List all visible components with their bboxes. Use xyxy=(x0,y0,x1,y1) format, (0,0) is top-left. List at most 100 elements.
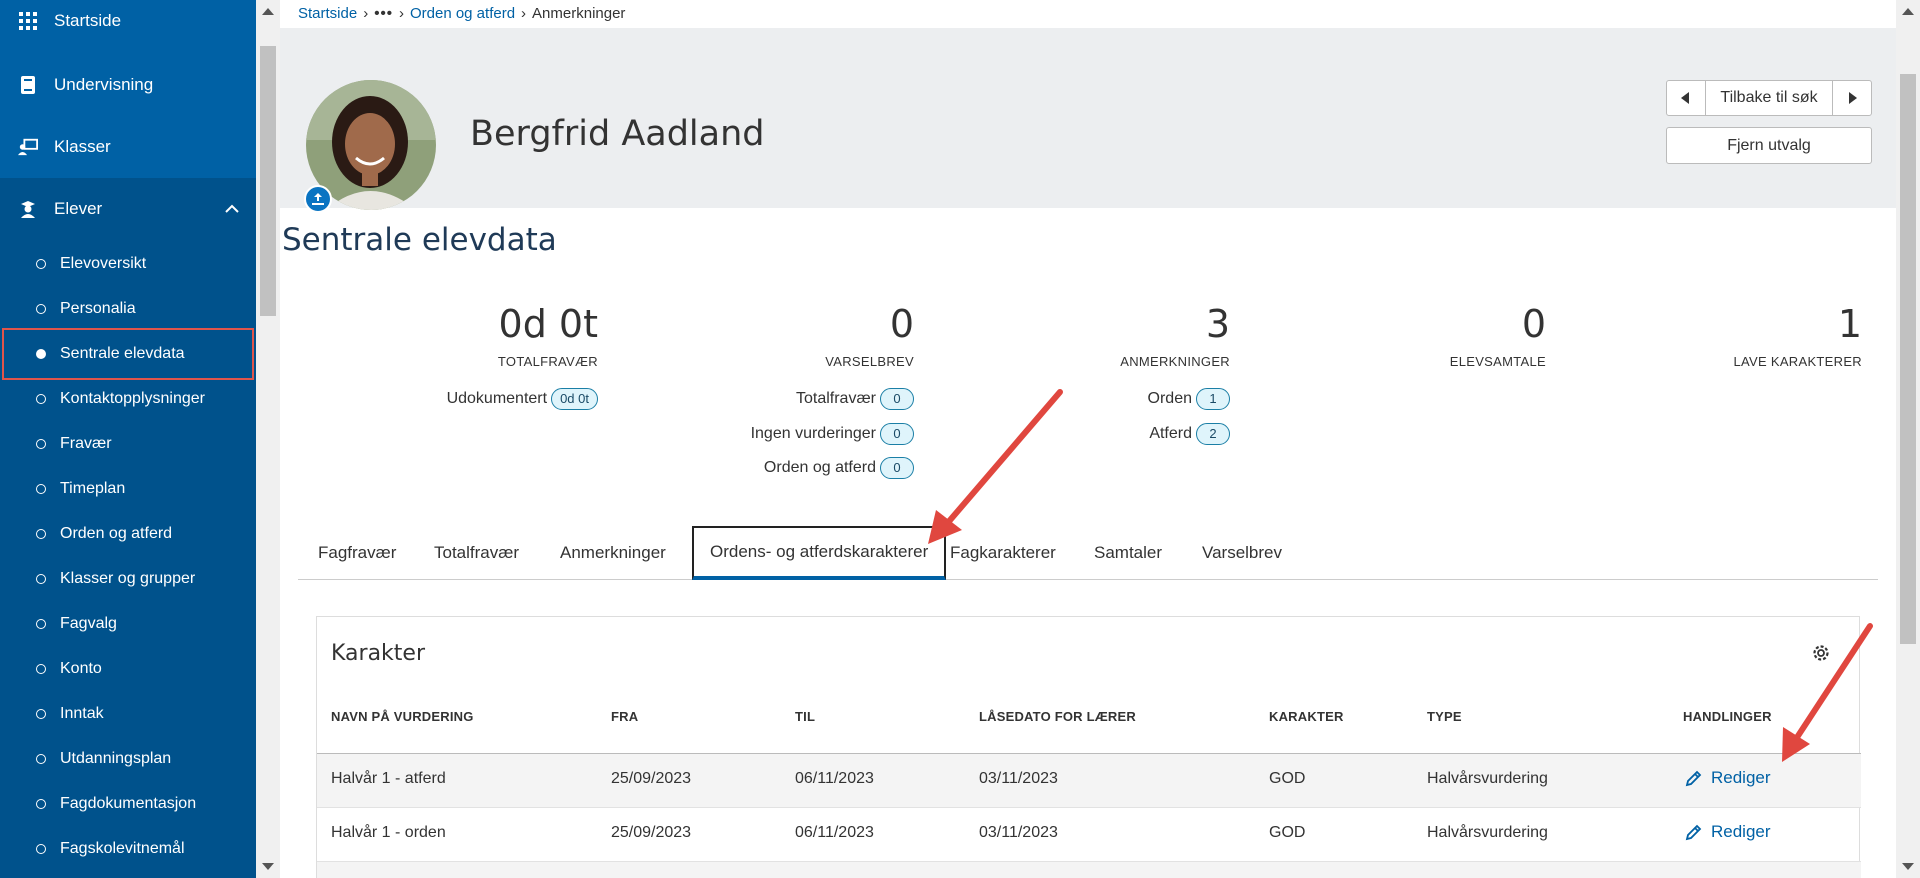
page-title: Sentrale elevdata xyxy=(282,222,557,258)
column-header[interactable]: TIL xyxy=(795,709,815,724)
cell-to: 06/11/2023 xyxy=(795,770,874,787)
student-header: Bergfrid Aadland Tilbake til søk Fjern u… xyxy=(280,28,1896,213)
sidebar-sub-sentrale-elevdata[interactable]: Sentrale elevdata xyxy=(2,328,254,380)
sidebar-sub-klasser-og-grupper[interactable]: Klasser og grupper xyxy=(0,557,256,601)
tab-ordens-og-atferdskarakterer[interactable]: Ordens- og atferdskarakterer xyxy=(692,526,947,580)
sidebar-sub-fagvalg[interactable]: Fagvalg xyxy=(0,602,256,646)
sidebar-item-elever[interactable]: Elever xyxy=(0,178,256,240)
card-title: Karakter xyxy=(331,641,425,666)
sidebar-sub-label: Klasser og grupper xyxy=(60,570,196,587)
tab-totalfravaer[interactable]: Totalfravær xyxy=(434,526,519,580)
tab-samtaler[interactable]: Samtaler xyxy=(1094,526,1162,580)
main-content: Startside › ••• › Orden og atferd › Anme… xyxy=(280,0,1896,878)
next-student-button[interactable] xyxy=(1833,81,1871,115)
sidebar-item-startside[interactable]: Startside xyxy=(0,0,256,52)
tab-varselbrev[interactable]: Varselbrev xyxy=(1202,526,1282,580)
stat-value: 1 xyxy=(1837,302,1862,346)
stat-row: Totalfravær 0 xyxy=(614,388,914,410)
sidebar-sub-utdanningsplan[interactable]: Utdanningsplan xyxy=(0,737,256,781)
sidebar-sub-konto[interactable]: Konto xyxy=(0,647,256,691)
sidebar-sub-label: Kontaktopplysninger xyxy=(60,390,205,407)
stat-totalfravaer: 0d 0t TOTALFRAVÆR xyxy=(398,300,598,369)
pencil-icon xyxy=(1685,824,1702,841)
stat-value: 3 xyxy=(1205,302,1230,346)
column-header[interactable]: NAVN PÅ VURDERING xyxy=(331,709,474,724)
sidebar-sub-orden-og-atferd[interactable]: Orden og atferd xyxy=(0,512,256,556)
breadcrumb-home[interactable]: Startside xyxy=(298,5,357,22)
stat-label: TOTALFRAVÆR xyxy=(497,354,598,369)
chevron-up-icon[interactable] xyxy=(222,199,242,219)
stat-label: LAVE KARAKTERER xyxy=(1733,354,1862,369)
sidebar-sub-kontaktopplysninger[interactable]: Kontaktopplysninger xyxy=(0,377,256,421)
circle-icon xyxy=(36,754,46,764)
sidebar-item-klasser[interactable]: Klasser xyxy=(0,116,256,178)
upload-photo-icon[interactable] xyxy=(304,185,332,213)
edit-link[interactable]: Rediger xyxy=(1685,768,1771,788)
column-header[interactable]: TYPE xyxy=(1427,709,1462,724)
breadcrumb-parent[interactable]: Orden og atferd xyxy=(410,5,515,22)
scrollbar-thumb[interactable] xyxy=(260,46,276,316)
tab-fagkarakterer[interactable]: Fagkarakterer xyxy=(950,526,1056,580)
circle-icon xyxy=(36,574,46,584)
scroll-down-icon[interactable] xyxy=(262,863,274,870)
scroll-up-icon[interactable] xyxy=(262,8,274,15)
scroll-down-icon[interactable] xyxy=(1902,863,1914,870)
sidebar-sub-label: Konto xyxy=(60,660,102,677)
scrollbar-right[interactable] xyxy=(1896,0,1920,878)
edit-link[interactable]: Rediger xyxy=(1685,822,1771,842)
edit-label[interactable]: Rediger xyxy=(1711,768,1771,788)
sidebar-sub-personalia[interactable]: Personalia xyxy=(0,287,256,331)
cell-type: Halvårsvurdering xyxy=(1427,824,1548,841)
previous-student-button[interactable] xyxy=(1667,81,1705,115)
sidebar-sub-fagdokumentasjon[interactable]: Fagdokumentasjon xyxy=(0,782,256,826)
column-header[interactable]: LÅSEDATO FOR LÆRER xyxy=(979,709,1136,724)
table-row xyxy=(317,862,1861,878)
tab-anmerkninger[interactable]: Anmerkninger xyxy=(560,526,666,580)
sidebar-sub-label: Personalia xyxy=(60,300,136,317)
circle-icon xyxy=(36,394,46,404)
edit-label[interactable]: Rediger xyxy=(1711,822,1771,842)
sidebar-sub-timeplan[interactable]: Timeplan xyxy=(0,467,256,511)
sidebar-sub-fravaer[interactable]: Fravær xyxy=(0,422,256,466)
breadcrumb-ellipsis[interactable]: ••• xyxy=(374,5,393,22)
student-icon xyxy=(18,199,38,219)
circle-icon xyxy=(36,664,46,674)
circle-icon xyxy=(36,844,46,854)
grades-card: Karakter NAVN PÅ VURDERING FRA TIL LÅSED… xyxy=(316,616,1861,878)
stat-label: ANMERKNINGER xyxy=(1120,354,1230,369)
column-header[interactable]: KARAKTER xyxy=(1269,709,1344,724)
gear-icon[interactable] xyxy=(1811,643,1831,663)
stat-row: Orden og atferd 0 xyxy=(614,457,914,479)
sidebar-item-label: Klasser xyxy=(54,137,111,156)
circle-icon xyxy=(36,799,46,809)
scrollbar-thumb[interactable] xyxy=(1900,74,1916,644)
scrollbar-left[interactable] xyxy=(256,0,280,878)
column-header[interactable]: FRA xyxy=(611,709,638,724)
stat-row-label: Totalfravær xyxy=(795,390,876,407)
sidebar-sub-fagskolevitnemal[interactable]: Fagskolevitnemål xyxy=(0,827,256,871)
sidebar-sub-label: Fravær xyxy=(60,435,112,452)
cell-lock-date: 03/11/2023 xyxy=(979,824,1058,841)
back-to-search-button[interactable]: Tilbake til søk xyxy=(1705,81,1833,115)
stat-value: 0d 0t xyxy=(498,302,598,346)
circle-icon xyxy=(36,484,46,494)
remove-selection-button[interactable]: Fjern utvalg xyxy=(1666,127,1872,164)
stat-value: 0 xyxy=(1521,302,1546,346)
sidebar: Startside Undervisning Klasser Elever El… xyxy=(0,0,256,878)
sidebar-item-undervisning[interactable]: Undervisning xyxy=(0,54,256,116)
sidebar-sub-label: Fagskolevitnemål xyxy=(60,840,185,857)
search-navigation: Tilbake til søk xyxy=(1666,80,1872,116)
stat-anmerkninger: 3 ANMERKNINGER xyxy=(1030,300,1230,369)
stat-elevsamtale: 0 ELEVSAMTALE xyxy=(1346,300,1546,369)
sidebar-sub-elevoversikt[interactable]: Elevoversikt xyxy=(0,242,256,286)
tab-fagfravaer[interactable]: Fagfravær xyxy=(318,526,396,580)
stat-lave-karakterer: 1 LAVE KARAKTERER xyxy=(1662,300,1862,369)
column-header: HANDLINGER xyxy=(1683,709,1772,724)
cell-grade: GOD xyxy=(1269,824,1306,841)
tab-bar: Fagfravær Totalfravær Anmerkninger Orden… xyxy=(298,526,1878,580)
scroll-up-icon[interactable] xyxy=(1902,8,1914,15)
circle-icon xyxy=(36,259,46,269)
stat-row-label: Orden xyxy=(1147,390,1192,407)
circle-icon xyxy=(36,709,46,719)
sidebar-sub-inntak[interactable]: Inntak xyxy=(0,692,256,736)
